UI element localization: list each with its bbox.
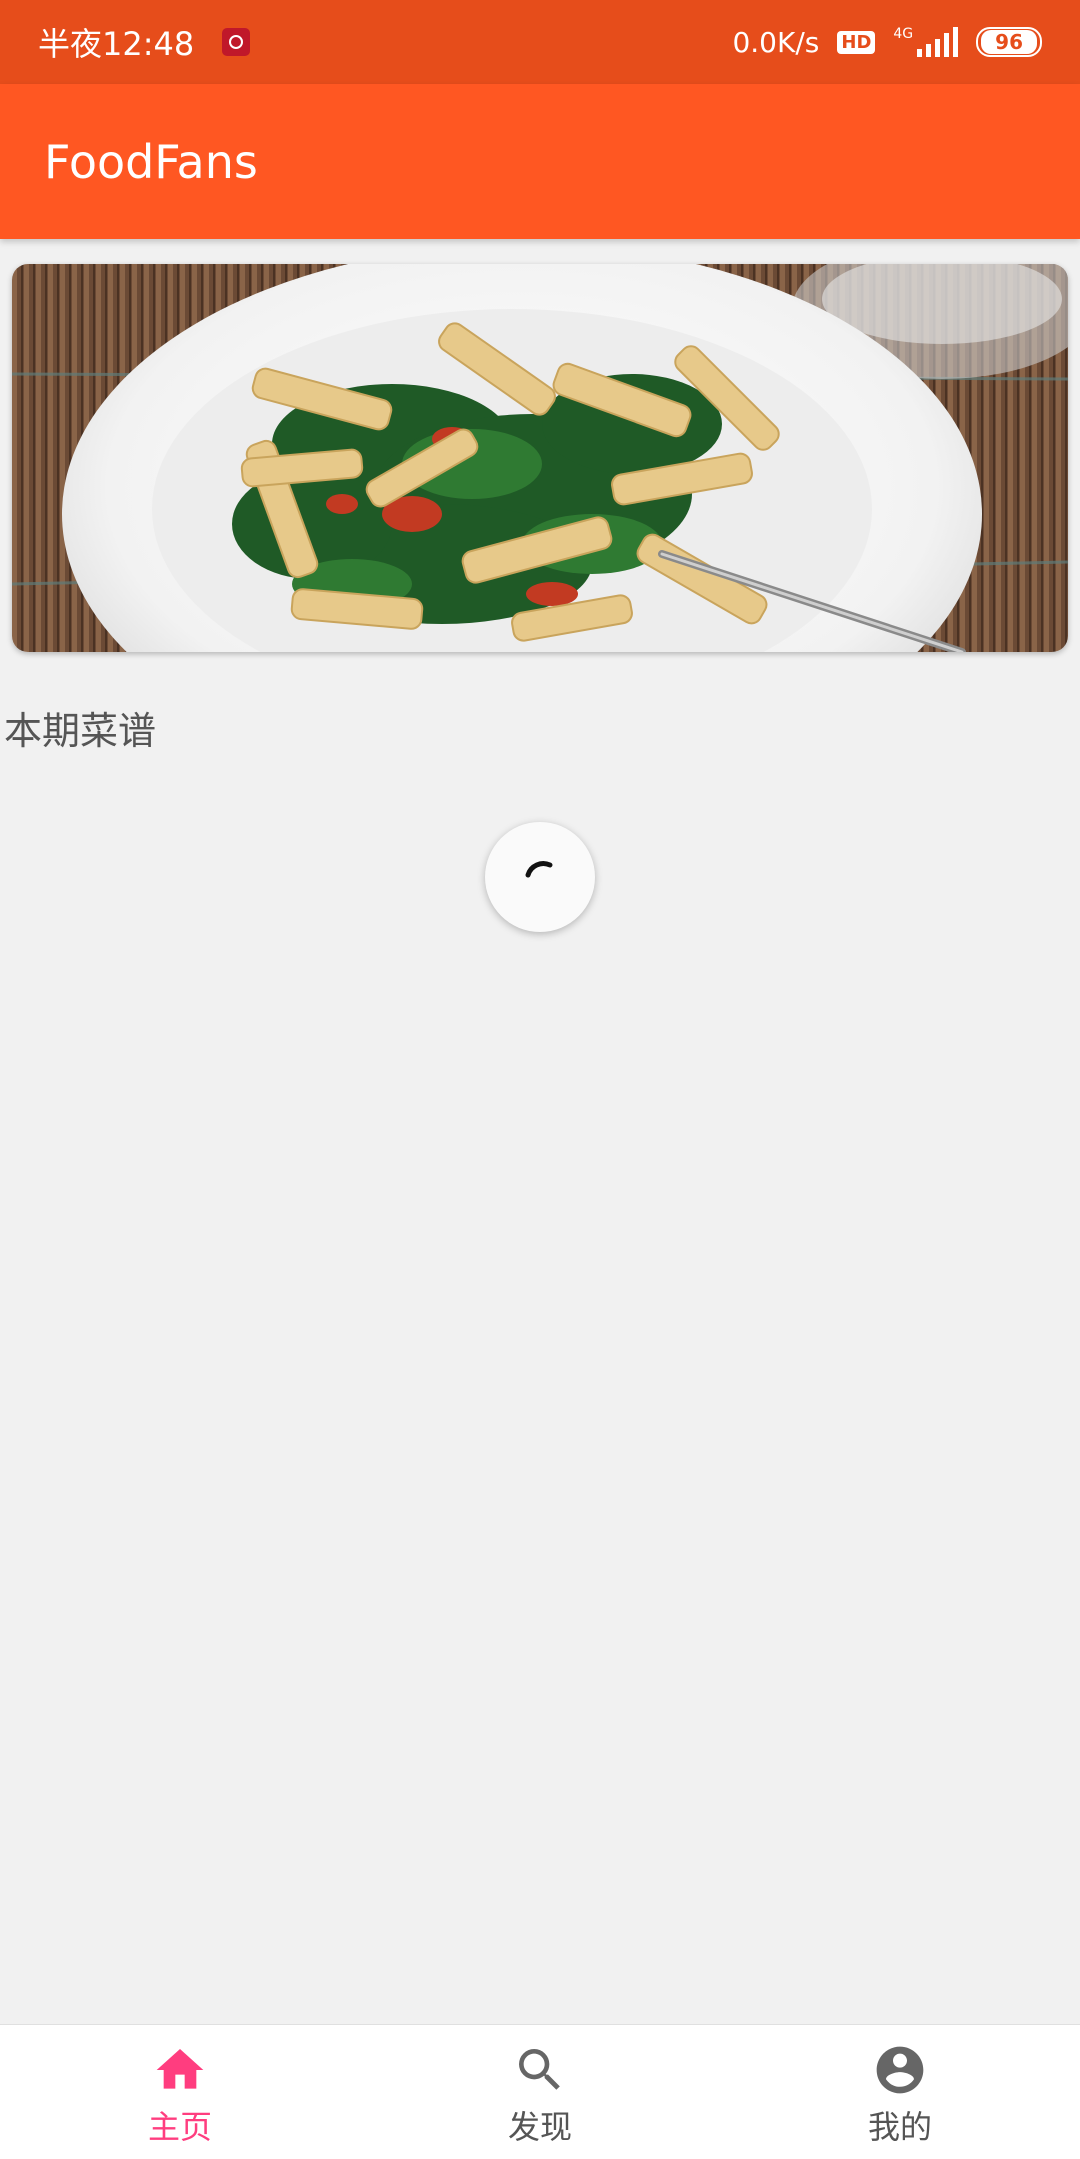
pasta-dish-photo: [12, 264, 1068, 652]
network-speed: 0.0K/s: [732, 25, 820, 59]
nav-label-mine: 我的: [867, 2108, 932, 2146]
status-right: 0.0K/s HD 4G 96: [732, 26, 1042, 59]
notification-icon: [222, 28, 251, 56]
app-title: FoodFans: [44, 134, 258, 189]
app-bar: FoodFans: [0, 84, 1080, 239]
section-title: 本期菜谱: [4, 709, 157, 753]
battery-icon: 96: [976, 27, 1042, 57]
account-icon: [876, 2046, 924, 2094]
status-bar: 半夜12:48 0.0K/s HD 4G 96: [0, 0, 1080, 84]
cellular-status: 4G: [893, 26, 959, 57]
network-type: 4G: [893, 26, 914, 42]
loading-spinner: [485, 822, 595, 932]
status-left: 半夜12:48: [38, 19, 251, 65]
nav-item-home[interactable]: 主页: [0, 2025, 360, 2159]
loading-spinner-icon: [525, 861, 553, 878]
battery-level: 96: [981, 30, 1037, 54]
banner-image[interactable]: [12, 264, 1068, 652]
signal-icon: [917, 27, 959, 57]
search-icon: [519, 2049, 560, 2090]
nav-label-home: 主页: [147, 2108, 212, 2146]
home-icon: [156, 2049, 204, 2089]
nav-label-discover: 发现: [507, 2108, 572, 2146]
hd-icon: HD: [837, 30, 876, 54]
nav-item-mine[interactable]: 我的: [720, 2025, 1080, 2159]
status-time: 半夜12:48: [38, 25, 195, 63]
nav-item-discover[interactable]: 发现: [360, 2025, 720, 2159]
bottom-navigation: 主页 发现 我的: [0, 2024, 1080, 2159]
